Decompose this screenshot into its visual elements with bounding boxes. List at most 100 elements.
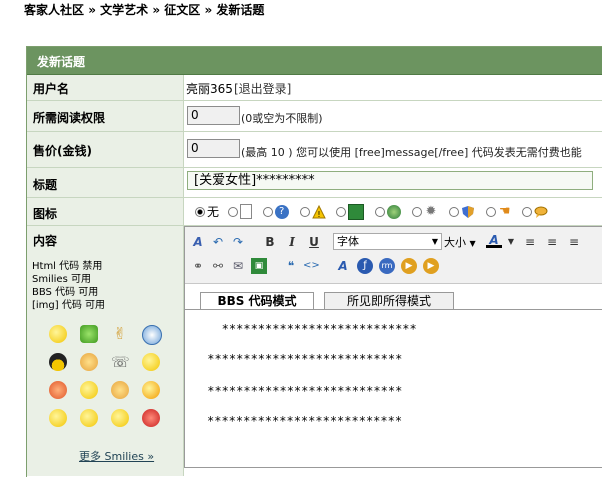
new-topic-panel: 发新话题 用户名 亮丽365 [退出登录] 所需阅读权限 0 (0或空为不限制)… <box>26 46 602 477</box>
bold-icon[interactable]: B <box>262 234 278 250</box>
media-icon[interactable]: ▶ <box>423 258 439 274</box>
breadcrumb-sep: » <box>148 3 165 17</box>
align-left-icon[interactable]: ≡ <box>522 234 538 250</box>
icon-radio-4[interactable] <box>336 206 347 217</box>
email-icon[interactable]: ✉ <box>230 258 246 274</box>
quote-icon[interactable]: ❝ <box>283 258 299 274</box>
size-select[interactable]: 大小 ▼ <box>444 234 476 250</box>
smiley-icon[interactable] <box>49 325 67 343</box>
flash-icon[interactable]: ƒ <box>357 258 373 274</box>
question-icon: ? <box>274 204 289 219</box>
img-code-status: [img] 代码 可用 <box>32 300 106 311</box>
text-style-icon[interactable]: A <box>335 258 351 274</box>
phone-icon[interactable]: ☏ <box>111 353 130 371</box>
icon-none-label: 无 <box>207 205 220 219</box>
content-row: 内容 Html 代码 禁用 Smilies 可用 BBS 代码 可用 [img]… <box>27 226 602 476</box>
post-options-info: Html 代码 禁用 Smilies 可用 BBS 代码 可用 [img] 代码… <box>32 260 105 312</box>
content-line: *************************** <box>200 322 417 336</box>
smiley-icon[interactable] <box>49 409 67 427</box>
tab-wysiwyg[interactable]: 所见即所得模式 <box>324 292 454 309</box>
speech-bubble-icon <box>534 205 548 219</box>
image-icon[interactable]: ▣ <box>251 258 267 274</box>
read-permission-hint: (0或空为不限制) <box>241 112 323 125</box>
panel-title: 发新话题 <box>37 55 86 69</box>
icon-radio-1[interactable] <box>227 206 238 217</box>
content-line: *************************** <box>207 414 403 428</box>
subject-row: 标题 [关爱女性]********* <box>27 168 602 198</box>
icon-radio-7[interactable] <box>448 206 459 217</box>
message-textarea[interactable]: *************************** ************… <box>185 309 602 470</box>
username-value: 亮丽365 <box>186 82 233 96</box>
unlink-icon[interactable]: ⚯ <box>210 258 226 274</box>
smiley-icon[interactable] <box>80 381 98 399</box>
breadcrumb-sep: » <box>200 3 217 17</box>
redo-icon[interactable]: ↷ <box>230 234 246 250</box>
smiley-icon[interactable] <box>111 409 129 427</box>
read-permission-row: 所需阅读权限 0 (0或空为不限制) <box>27 101 602 132</box>
code-icon[interactable]: <> <box>303 258 320 274</box>
subject-input[interactable]: [关爱女性]********* <box>187 171 593 190</box>
icon-radio-5[interactable] <box>375 206 386 217</box>
icon-radio-2[interactable] <box>262 206 273 217</box>
subject-label: 标题 <box>33 178 58 192</box>
more-smilies-link[interactable]: 更多 Smilies » <box>79 448 154 464</box>
smiley-icon[interactable] <box>80 409 98 427</box>
breadcrumb-community[interactable]: 客家人社区 <box>24 3 84 17</box>
icon-options: 无 ? ! ✹ ☚ <box>190 203 550 220</box>
smiley-icon[interactable] <box>142 353 160 371</box>
editor-mode-tabs: BBS 代码模式 所见即所得模式 <box>185 284 602 309</box>
icon-radio-9[interactable] <box>522 206 533 217</box>
icon-label: 图标 <box>33 207 58 221</box>
username-label: 用户名 <box>33 82 70 96</box>
content-line: *************************** <box>200 352 403 366</box>
italic-icon[interactable]: I <box>284 234 300 250</box>
globe-icon <box>387 204 402 219</box>
link-icon[interactable]: ⚭ <box>190 258 206 274</box>
angry-smiley-icon[interactable] <box>142 409 160 427</box>
read-permission-input[interactable]: 0 <box>187 106 240 125</box>
chevron-down-icon[interactable]: ▼ <box>503 234 519 250</box>
html-code-status: Html 代码 禁用 <box>32 261 103 272</box>
shield-icon <box>461 205 475 219</box>
smilies-status: Smilies 可用 <box>32 274 91 285</box>
icon-radio-none[interactable] <box>195 206 205 217</box>
smiley-icon[interactable] <box>80 353 98 371</box>
tab-bbs-code[interactable]: BBS 代码模式 <box>200 292 314 309</box>
hand-icon: ☚ <box>498 203 511 219</box>
breadcrumb-current: 发新话题 <box>216 3 265 17</box>
smiley-icon[interactable] <box>49 381 67 399</box>
smiley-icon[interactable] <box>49 353 67 371</box>
clock-icon[interactable] <box>142 325 162 345</box>
breadcrumb: 客家人社区 » 文学艺术 » 征文区 » 发新话题 <box>24 1 264 17</box>
icon-radio-8[interactable] <box>485 206 496 217</box>
username-row: 用户名 亮丽365 [退出登录] <box>27 75 602 101</box>
smiley-icon[interactable] <box>111 381 129 399</box>
icon-radio-6[interactable] <box>411 206 422 217</box>
realmedia-icon[interactable]: rm <box>379 258 395 274</box>
page-icon <box>239 204 252 219</box>
read-permission-label: 所需阅读权限 <box>33 111 106 125</box>
breadcrumb-contest[interactable]: 征文区 <box>164 3 200 17</box>
font-color-icon[interactable]: A <box>486 232 502 248</box>
smiley-icon[interactable] <box>142 381 160 399</box>
underline-icon[interactable]: U <box>306 234 322 250</box>
content-label: 内容 <box>33 234 58 248</box>
chevron-down-icon: ▼ <box>431 237 438 246</box>
font-select[interactable]: 字体 ▼ <box>333 233 442 250</box>
align-center-icon[interactable]: ≡ <box>544 234 560 250</box>
gear-icon: ✹ <box>425 203 437 219</box>
align-right-icon[interactable]: ≡ <box>566 234 582 250</box>
icon-radio-3[interactable] <box>299 206 310 217</box>
svg-text:!: ! <box>317 210 320 219</box>
price-label: 售价(金钱) <box>33 144 92 158</box>
price-row: 售价(金钱) 0 (最高 10 ) 您可以使用 [free]message[/f… <box>27 132 602 168</box>
smiley-icon[interactable] <box>80 325 98 343</box>
price-hint: (最高 10 ) 您可以使用 [free]message[/free] 代码发表… <box>241 146 582 159</box>
remove-format-icon[interactable]: A <box>190 234 206 250</box>
media-icon[interactable]: ▶ <box>401 258 417 274</box>
undo-icon[interactable]: ↶ <box>210 234 226 250</box>
breadcrumb-literature[interactable]: 文学艺术 <box>100 3 148 17</box>
price-input[interactable]: 0 <box>187 139 240 158</box>
logout-link[interactable]: [退出登录] <box>234 80 291 97</box>
smiley-icon[interactable]: ✌ <box>111 325 129 343</box>
